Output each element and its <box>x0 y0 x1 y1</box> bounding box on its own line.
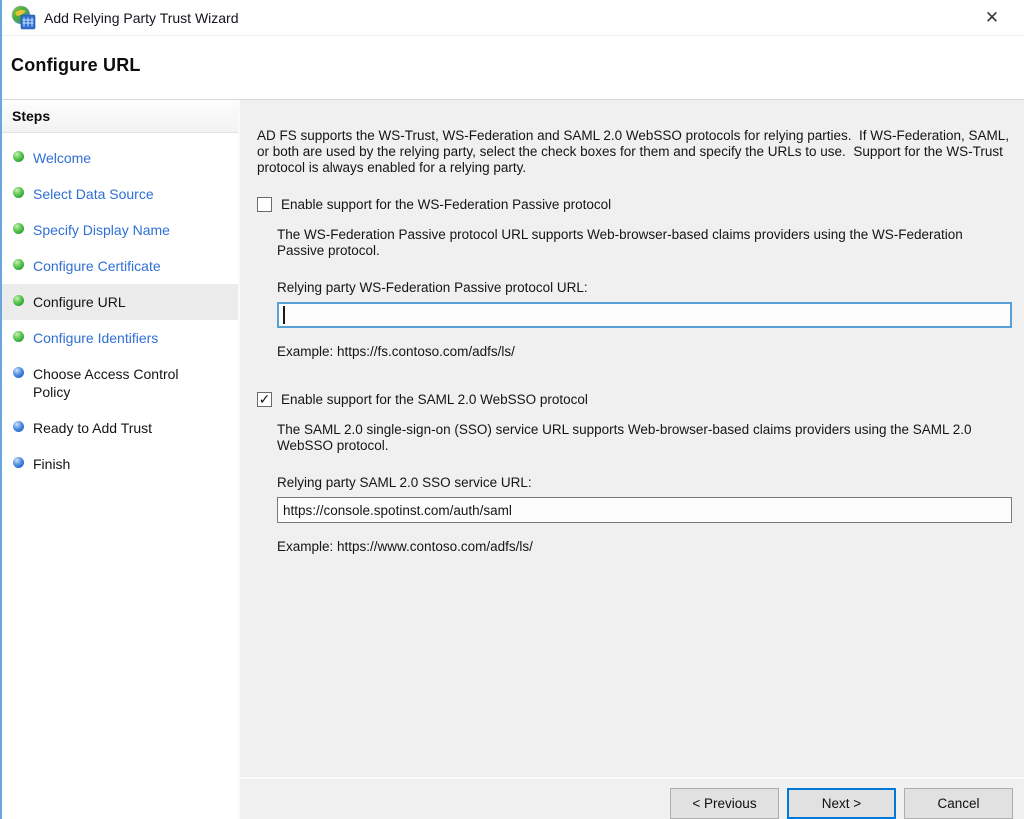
sidebar-step[interactable]: Select Data Source <box>2 176 238 212</box>
steps-sidebar: Steps Welcome Select Data Source Specify D… <box>2 100 240 819</box>
step-label: Welcome <box>33 149 91 167</box>
steps-header: Steps <box>2 100 238 133</box>
wsfed-checkbox[interactable] <box>257 197 272 212</box>
close-icon: ✕ <box>985 8 999 27</box>
step-label: Choose Access Control Policy <box>33 365 191 401</box>
saml-description: The SAML 2.0 single-sign-on (SSO) servic… <box>277 422 1012 453</box>
close-button[interactable]: ✕ <box>976 3 1008 33</box>
wsfed-url-label: Relying party WS-Federation Passive prot… <box>277 280 1012 295</box>
wizard-window: Add Relying Party Trust Wizard ✕ Configu… <box>0 0 1024 819</box>
saml-url-field <box>277 497 1012 523</box>
steps-list: Welcome Select Data Source Specify Display… <box>2 140 238 482</box>
sidebar-step[interactable]: Configure Certificate <box>2 248 238 284</box>
saml-checkbox[interactable]: ✓ <box>257 392 272 407</box>
button-bar: < Previous Next > Cancel <box>240 777 1024 819</box>
wsfed-checkbox-row[interactable]: Enable support for the WS-Federation Pas… <box>257 197 1012 212</box>
title-bar: Add Relying Party Trust Wizard ✕ <box>2 0 1024 36</box>
saml-checkbox-label[interactable]: Enable support for the SAML 2.0 WebSSO p… <box>281 392 588 407</box>
wsfed-url-field <box>277 302 1012 328</box>
previous-button[interactable]: < Previous <box>670 788 779 819</box>
adfs-app-icon <box>11 5 37 31</box>
sidebar-step[interactable]: Finish <box>2 446 238 482</box>
step-bullet-icon <box>13 421 24 432</box>
step-label: Select Data Source <box>33 185 154 203</box>
step-bullet-icon <box>13 187 24 198</box>
intro-text: AD FS supports the WS-Trust, WS-Federati… <box>257 128 1012 176</box>
step-label: Finish <box>33 455 70 473</box>
sidebar-step[interactable]: Choose Access Control Policy <box>2 356 238 410</box>
next-button[interactable]: Next > <box>787 788 896 819</box>
step-bullet-icon <box>13 331 24 342</box>
page-title: Configure URL <box>11 55 1024 76</box>
saml-example-text: Example: https://www.contoso.com/adfs/ls… <box>277 539 1012 554</box>
cancel-button[interactable]: Cancel <box>904 788 1013 819</box>
step-label: Configure URL <box>33 293 126 311</box>
step-bullet-icon <box>13 151 24 162</box>
sidebar-step[interactable]: Configure URL <box>2 284 238 320</box>
step-bullet-icon <box>13 223 24 234</box>
step-bullet-icon <box>13 457 24 468</box>
wsfed-description: The WS-Federation Passive protocol URL s… <box>277 227 1012 258</box>
sidebar-step[interactable]: Ready to Add Trust <box>2 410 238 446</box>
wsfed-url-input[interactable] <box>277 302 1012 328</box>
text-cursor <box>283 306 285 324</box>
step-label: Specify Display Name <box>33 221 170 239</box>
window-title: Add Relying Party Trust Wizard <box>44 10 239 26</box>
wsfed-section: Enable support for the WS-Federation Pas… <box>257 197 1012 359</box>
step-label: Configure Identifiers <box>33 329 158 347</box>
step-label: Ready to Add Trust <box>33 419 152 437</box>
saml-checkbox-row[interactable]: ✓ Enable support for the SAML 2.0 WebSSO… <box>257 392 1012 407</box>
saml-url-input[interactable] <box>277 497 1012 523</box>
step-bullet-icon <box>13 295 24 306</box>
saml-section: ✓ Enable support for the SAML 2.0 WebSSO… <box>257 392 1012 554</box>
wsfed-checkbox-label[interactable]: Enable support for the WS-Federation Pas… <box>281 197 611 212</box>
sidebar-step[interactable]: Specify Display Name <box>2 212 238 248</box>
step-bullet-icon <box>13 367 24 378</box>
wsfed-example-text: Example: https://fs.contoso.com/adfs/ls/ <box>277 344 1012 359</box>
step-label: Configure Certificate <box>33 257 161 275</box>
sidebar-step[interactable]: Welcome <box>2 140 238 176</box>
saml-url-label: Relying party SAML 2.0 SSO service URL: <box>277 475 1012 490</box>
step-bullet-icon <box>13 259 24 270</box>
page-header: Configure URL <box>2 36 1024 99</box>
wizard-content: AD FS supports the WS-Trust, WS-Federati… <box>240 100 1024 777</box>
sidebar-step[interactable]: Configure Identifiers <box>2 320 238 356</box>
